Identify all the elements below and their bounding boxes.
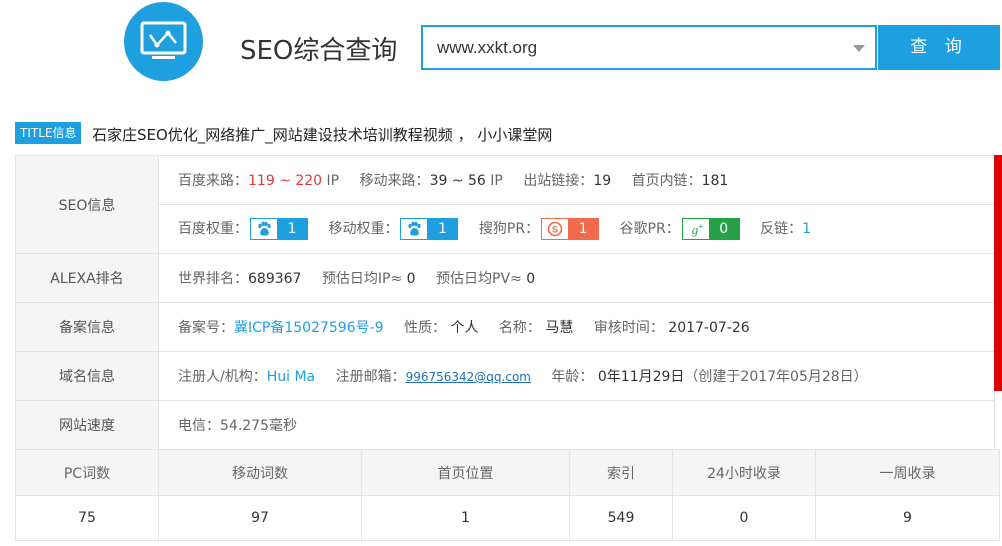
stats-pc-words[interactable]: 75 — [15, 495, 159, 541]
email-label: 注册邮箱： — [335, 369, 406, 385]
icp-row: 备案号：冀ICP备15027596号-9 性质： 个人 名称： 马慧 审核时间：… — [158, 302, 995, 352]
chevron-down-icon[interactable] — [853, 45, 865, 52]
world-rank-label: 世界排名： — [178, 271, 248, 287]
stats-week-indexed[interactable]: 9 — [815, 495, 1000, 541]
seo-weight-row: 百度权重： 1 移动权重： 1 搜狗PR： S 1 谷歌PR： g +0 反链：1 — [158, 204, 995, 254]
icp-review-label: 审核时间： — [593, 320, 664, 336]
outlinks-label: 出站链接： — [523, 173, 594, 189]
stats-index[interactable]: 549 — [569, 495, 673, 541]
age-label: 年龄： — [551, 369, 594, 385]
title-badge: TITLE信息 — [15, 122, 82, 144]
baidu-traffic-value[interactable]: 119 ~ 220 — [248, 173, 322, 189]
baidu-weight-badge[interactable]: 1 — [250, 218, 308, 240]
stats-mobile-words[interactable]: 97 — [158, 495, 362, 541]
svg-text:+: + — [698, 222, 703, 231]
registrant-label: 注册人/机构： — [178, 369, 267, 385]
world-rank-value: 689367 — [248, 271, 302, 287]
daily-ip-label: 预估日均IP≈ — [321, 271, 403, 287]
google-pr-value: 0 — [708, 219, 739, 239]
daily-pv-value: 0 — [526, 271, 536, 287]
speed-label: 网站速度 — [15, 400, 159, 450]
registrant-email-link[interactable]: 996756342@qq.com — [406, 370, 531, 384]
baidu-traffic-unit: IP — [326, 173, 340, 189]
stats-header-homepage-position: 首页位置 — [361, 449, 570, 496]
stats-header-index: 索引 — [569, 449, 673, 496]
age-value: 0年11月29日 — [597, 369, 685, 385]
icp-nature-label: 性质： — [404, 320, 447, 336]
created-date: （创建于2017年05月28日） — [684, 369, 868, 385]
alexa-label: ALEXA排名 — [15, 253, 159, 303]
icp-nature-value: 个人 — [450, 320, 479, 336]
stats-24h-indexed[interactable]: 0 — [672, 495, 816, 541]
stats-header-week-indexed: 一周收录 — [815, 449, 1000, 496]
chart-monitor-icon — [140, 21, 187, 59]
homepage-links-label: 首页内链： — [631, 173, 702, 189]
backlinks-label: 反链： — [760, 221, 803, 237]
sogou-pr-label: 搜狗PR： — [478, 221, 540, 237]
info-table: SEO信息 百度来路：119 ~ 220 IP 移动来路：39 ~ 56 IP … — [15, 155, 995, 450]
search-button[interactable]: 查 询 — [878, 25, 1000, 70]
baidu-paw-icon — [251, 219, 277, 239]
search-input[interactable] — [435, 37, 839, 59]
sogou-icon: S — [542, 219, 569, 239]
logo — [124, 2, 203, 81]
mobile-weight-value: 1 — [427, 219, 458, 239]
mobile-traffic-label: 移动来路： — [359, 173, 430, 189]
speed-value: 电信：54.275毫秒 — [158, 400, 995, 450]
mobile-weight-label: 移动权重： — [328, 221, 399, 237]
icp-name-label: 名称： — [498, 320, 541, 336]
search-box[interactable] — [421, 25, 877, 70]
icp-number-label: 备案号： — [178, 320, 234, 336]
stats-header-pc-words: PC词数 — [15, 449, 159, 496]
alexa-row: 世界排名：689367 预估日均IP≈ 0 预估日均PV≈ 0 — [158, 253, 995, 303]
mobile-traffic-value[interactable]: 39 ~ 56 — [430, 173, 486, 189]
icp-label: 备案信息 — [15, 302, 159, 352]
google-pr-label: 谷歌PR： — [619, 221, 680, 237]
svg-text:S: S — [552, 225, 558, 235]
mobile-traffic-unit: IP — [490, 173, 503, 189]
seo-traffic-row: 百度来路：119 ~ 220 IP 移动来路：39 ~ 56 IP 出站链接：1… — [158, 155, 995, 205]
daily-ip-value: 0 — [406, 271, 416, 287]
baidu-weight-label: 百度权重： — [178, 221, 248, 237]
page-title: SEO综合查询 — [240, 36, 398, 66]
domain-label: 域名信息 — [15, 351, 159, 401]
stats-homepage-position: 1 — [361, 495, 570, 541]
icp-number-value[interactable]: 冀ICP备15027596号-9 — [234, 320, 384, 336]
mobile-weight-badge[interactable]: 1 — [400, 218, 459, 240]
icp-review-value: 2017-07-26 — [668, 320, 750, 336]
seo-label: SEO信息 — [15, 155, 159, 254]
baidu-traffic-label: 百度来路： — [178, 173, 248, 189]
stats-header-mobile-words: 移动词数 — [158, 449, 362, 496]
icp-name-value: 马慧 — [545, 320, 574, 336]
domain-row: 注册人/机构：Hui Ma 注册邮箱：996756342@qq.com 年龄： … — [158, 351, 995, 401]
side-red-bar[interactable] — [994, 155, 1002, 391]
page-title-text: 石家庄SEO优化_网络推广_网站建设技术培训教程视频 ， 小小课堂网 — [92, 126, 553, 144]
homepage-links-value[interactable]: 181 — [702, 173, 729, 189]
sogou-pr-badge[interactable]: S1 — [541, 218, 600, 240]
stats-header-24h-indexed: 24小时收录 — [672, 449, 816, 496]
baidu-paw-icon — [401, 219, 428, 239]
google-pr-badge[interactable]: g +0 — [681, 218, 740, 240]
stats-table: PC词数 移动词数 首页位置 索引 24小时收录 一周收录 75 97 1 54… — [15, 449, 1000, 541]
backlinks-value[interactable]: 1 — [802, 221, 811, 237]
daily-pv-label: 预估日均PV≈ — [436, 271, 522, 287]
registrant-value[interactable]: Hui Ma — [267, 369, 315, 385]
sogou-pr-value: 1 — [568, 219, 599, 239]
google-plus-icon: g + — [682, 219, 709, 239]
outlinks-value[interactable]: 19 — [593, 173, 611, 189]
baidu-weight-value: 1 — [277, 219, 307, 239]
